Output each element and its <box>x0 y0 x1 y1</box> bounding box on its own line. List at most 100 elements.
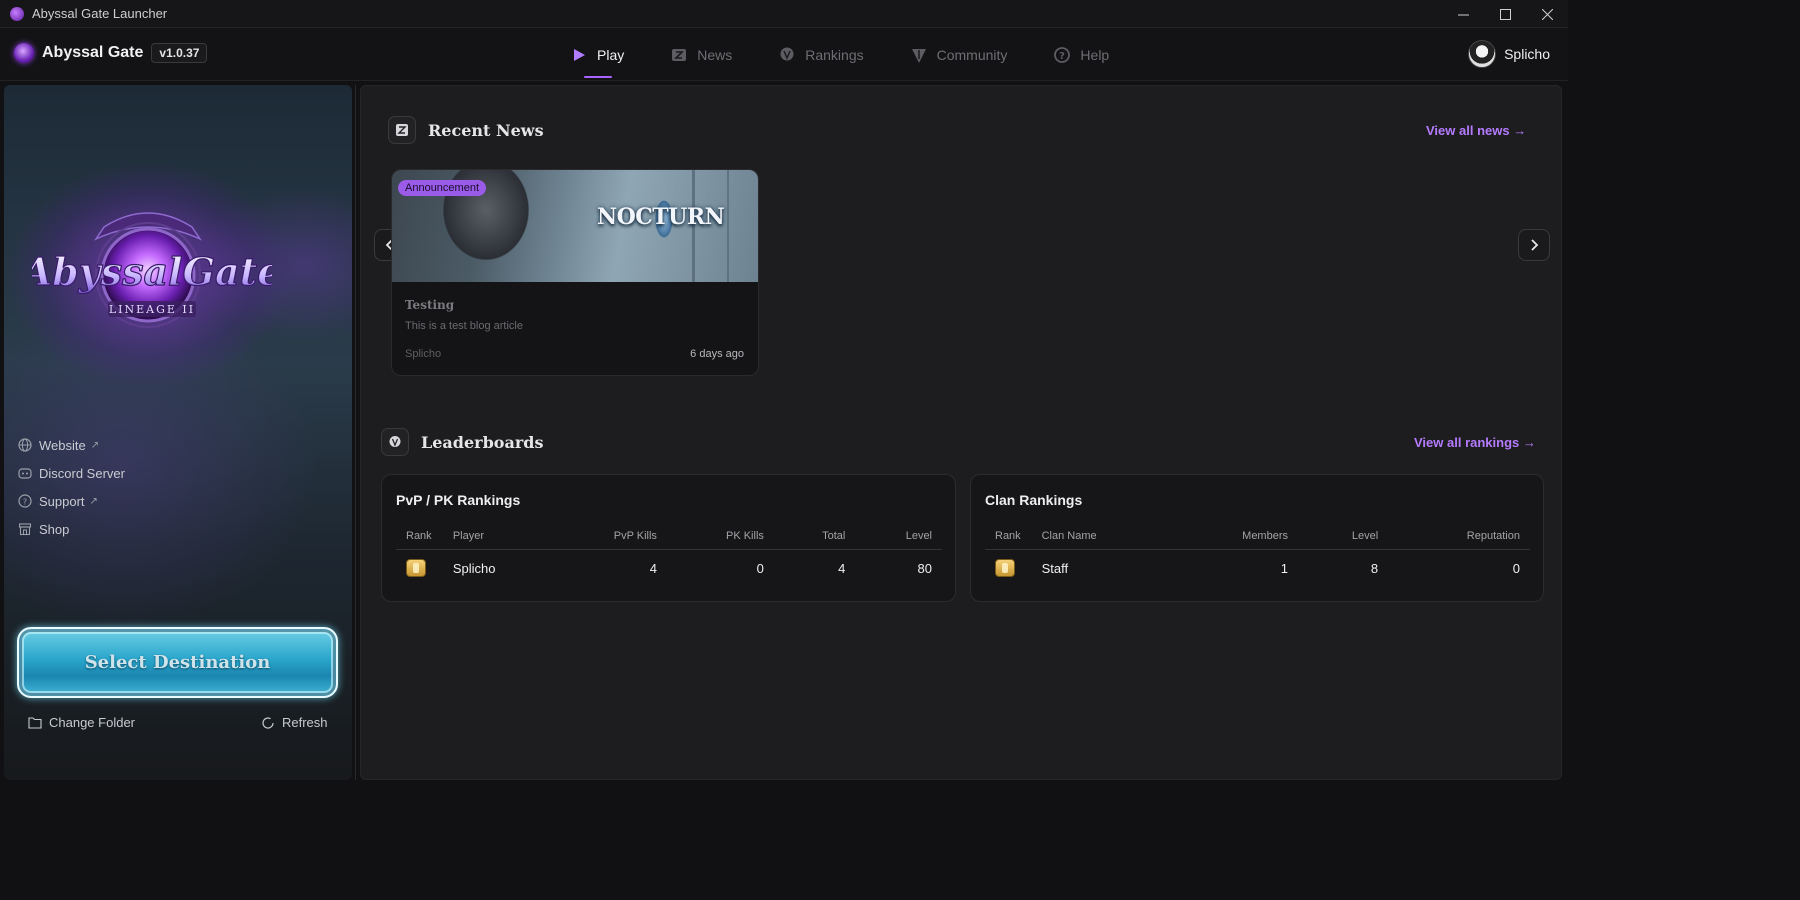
change-folder-label: Change Folder <box>49 715 135 730</box>
view-all-rankings-link[interactable]: View all rankings → <box>1414 435 1536 450</box>
pvp-rankings-table: Rank Player PvP Kills PK Kills Total Lev… <box>396 523 942 587</box>
card-title: PvP / PK Rankings <box>396 492 521 508</box>
news-image-logo-text: NOCTURN <box>597 204 725 230</box>
nav-tabs: Play News Rankings Community ? Help <box>570 28 1155 81</box>
pvp-rankings-card: PvP / PK Rankings Rank Player PvP Kills … <box>381 474 956 602</box>
table-header-row: Rank Clan Name Members Level Reputation <box>985 523 1530 550</box>
change-folder-button[interactable]: Change Folder <box>28 715 135 730</box>
carousel-next-button[interactable] <box>1518 229 1550 261</box>
tab-play[interactable]: Play <box>570 28 624 81</box>
news-card-image: NOCTURN Announcement <box>392 170 758 282</box>
tab-label: Rankings <box>805 46 864 63</box>
column-header: Player <box>442 523 555 550</box>
rank-cell <box>396 549 443 587</box>
tab-community[interactable]: Community <box>910 28 1007 81</box>
discord-icon <box>18 466 32 480</box>
maximize-icon[interactable] <box>1484 0 1526 28</box>
card-title: Clan Rankings <box>985 492 1083 508</box>
panel-divider <box>355 85 356 780</box>
select-destination-button[interactable]: Select Destination <box>17 627 338 698</box>
minimize-icon[interactable] <box>1442 0 1484 28</box>
tab-help[interactable]: ? Help <box>1053 28 1109 81</box>
view-all-news-link[interactable]: View all news → <box>1426 123 1526 138</box>
column-header: Level <box>855 523 942 550</box>
window-title: Abyssal Gate Launcher <box>32 6 168 21</box>
gold-medal-icon <box>995 559 1015 578</box>
clan-rankings-table: Rank Clan Name Members Level Reputation … <box>985 523 1530 587</box>
refresh-label: Refresh <box>282 715 328 730</box>
news-section-header: Recent News <box>388 116 544 144</box>
table-header-row: Rank Player PvP Kills PK Kills Total Lev… <box>396 523 942 550</box>
close-icon[interactable] <box>1526 0 1568 28</box>
rank-cell <box>985 549 1032 587</box>
game-logo: AbyssalGate LINEAGE II <box>32 212 272 328</box>
column-header: Total <box>773 523 856 550</box>
table-row[interactable]: Splicho 4 0 4 80 <box>396 549 942 587</box>
gold-medal-icon <box>406 559 426 578</box>
column-header: Reputation <box>1388 523 1530 550</box>
svg-text:AbyssalGate: AbyssalGate <box>32 249 272 294</box>
tab-label: News <box>697 46 733 63</box>
clan-level-cell: 8 <box>1370 560 1379 576</box>
tab-label: Help <box>1080 46 1110 63</box>
sidebar-link-label: Support <box>39 493 85 509</box>
clan-name-cell: Staff <box>1041 560 1069 576</box>
column-header: Members <box>1183 523 1298 550</box>
globe-icon <box>18 438 32 452</box>
tab-news[interactable]: News <box>670 28 732 81</box>
svg-text:?: ? <box>23 498 27 507</box>
sidebar-link-label: Shop <box>39 521 70 537</box>
sidebar-link-label: Discord Server <box>39 465 125 481</box>
brand-logo <box>14 43 34 63</box>
svg-text:LINEAGE II: LINEAGE II <box>109 303 195 316</box>
sidebar-link-support[interactable]: ? Support ↗ <box>18 487 125 515</box>
brand-name: Abyssal Gate <box>42 44 144 61</box>
refresh-icon <box>261 716 275 730</box>
news-title: Testing <box>405 298 455 312</box>
store-icon <box>18 522 32 536</box>
community-icon <box>910 46 928 64</box>
sidebar-link-discord[interactable]: Discord Server <box>18 459 125 487</box>
pvp-kills-cell: 4 <box>649 560 657 576</box>
user-menu[interactable]: Splicho <box>1468 40 1550 68</box>
brand: Abyssal Gate v1.0.37 <box>14 43 208 63</box>
play-icon <box>570 46 588 64</box>
external-link-icon: ↗ <box>90 439 100 451</box>
section-title: Leaderboards <box>421 432 544 452</box>
news-card[interactable]: NOCTURN Announcement Testing This is a t… <box>391 169 759 376</box>
column-header: Rank <box>985 523 1032 550</box>
tab-label: Play <box>597 46 625 63</box>
news-date: 6 days ago <box>690 348 744 360</box>
trophy-icon <box>778 46 796 64</box>
column-header: Rank <box>396 523 443 550</box>
scroll-icon <box>388 116 416 144</box>
table-row[interactable]: Staff 1 8 0 <box>985 549 1530 587</box>
reputation-cell: 0 <box>1512 560 1520 576</box>
leaderboards-section-header: Leaderboards <box>381 428 543 456</box>
level-cell: 80 <box>917 560 932 576</box>
sidebar-link-label: Website <box>39 437 86 453</box>
members-cell: 1 <box>1280 560 1288 576</box>
news-category-badge: Announcement <box>398 180 486 196</box>
help-icon: ? <box>1053 46 1071 64</box>
help-icon: ? <box>18 494 32 508</box>
refresh-button[interactable]: Refresh <box>261 715 328 730</box>
username: Splicho <box>1504 46 1550 62</box>
version-badge: v1.0.37 <box>151 43 208 63</box>
sidebar-footer: Change Folder Refresh <box>4 713 352 737</box>
column-header: PK Kills <box>666 523 774 550</box>
window-controls <box>1442 0 1568 28</box>
main-content: Recent News View all news → NOCTURN Anno… <box>360 85 1562 780</box>
svg-text:?: ? <box>1060 51 1066 62</box>
pk-kills-cell: 0 <box>756 560 764 576</box>
avatar <box>1468 40 1497 68</box>
column-header: Level <box>1298 523 1389 550</box>
scroll-icon <box>670 46 688 64</box>
tab-rankings[interactable]: Rankings <box>778 28 864 81</box>
sidebar-link-shop[interactable]: Shop <box>18 515 125 543</box>
column-header: Clan Name <box>1031 523 1184 550</box>
trophy-icon <box>381 428 409 456</box>
news-author: Splicho <box>405 348 442 360</box>
column-header: PvP Kills <box>554 523 667 550</box>
sidebar-link-website[interactable]: Website ↗ <box>18 431 125 459</box>
